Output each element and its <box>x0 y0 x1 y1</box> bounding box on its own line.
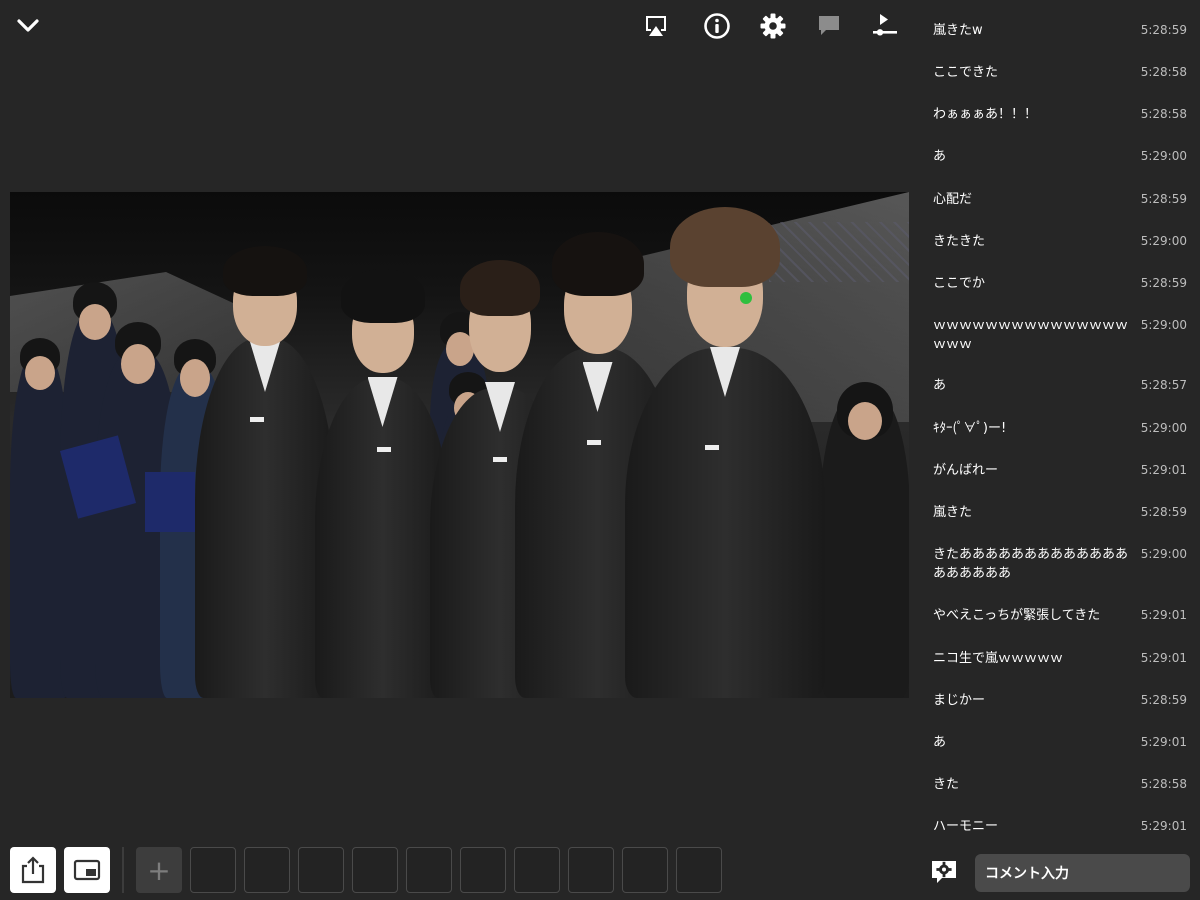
comment-time: 5:28:58 <box>1140 65 1187 79</box>
comment-list[interactable]: 嵐きたw 5:28:59 ここできた 5:28:58 わぁぁぁあ！！！ 5:28:58… <box>922 0 1200 850</box>
comment-time: 5:29:00 <box>1140 149 1187 163</box>
comment-row: ニコ生で嵐ｗｗｗｗｗ 5:29:01 <box>933 649 1187 668</box>
comment-text: まじかー <box>933 693 986 708</box>
comment-time: 5:28:57 <box>1140 378 1187 392</box>
comment-row: ハーモニー 5:29:01 <box>933 817 1187 836</box>
comment-time: 5:29:01 <box>1140 735 1187 749</box>
comment-time: 5:29:00 <box>1140 234 1187 248</box>
empty-slot[interactable] <box>190 847 236 893</box>
airplay-icon[interactable] <box>640 10 672 42</box>
chevron-down-icon[interactable] <box>12 10 44 42</box>
comment-row: きたあああああああああああああああああああ 5:29:00 <box>933 545 1187 583</box>
comment-row: やべえこっちが緊張してきた 5:29:01 <box>933 606 1187 625</box>
comment-text: わぁぁぁあ！！！ <box>933 107 1038 122</box>
comment-time: 5:28:59 <box>1140 505 1187 519</box>
empty-slot[interactable] <box>244 847 290 893</box>
comment-time: 5:29:00 <box>1140 421 1187 435</box>
comment-text: 嵐きた <box>933 505 973 520</box>
comment-input-placeholder: コメント入力 <box>985 866 1069 882</box>
comment-input[interactable]: コメント入力 <box>975 854 1190 892</box>
comment-text: がんばれー <box>933 463 999 478</box>
add-slot-button[interactable]: + <box>136 847 182 893</box>
comment-time: 5:29:01 <box>1140 463 1187 477</box>
comment-row: ｷﾀｰ(ﾟ∀ﾟ)ー! 5:29:00 <box>933 419 1187 438</box>
empty-slot[interactable] <box>622 847 668 893</box>
comment-text: あ <box>933 378 947 393</box>
comment-text: きたあああああああああああああああああああ <box>933 547 1129 581</box>
share-button[interactable] <box>10 847 56 893</box>
comment-text: 嵐きたw <box>933 23 983 38</box>
comment-row: きたきた 5:29:00 <box>933 232 1187 251</box>
comment-text: あ <box>933 149 947 164</box>
performer <box>195 242 335 698</box>
comment-time: 5:28:59 <box>1140 23 1187 37</box>
comment-row: がんばれー 5:29:01 <box>933 461 1187 480</box>
comment-text: きた <box>933 777 960 792</box>
video-player[interactable] <box>10 192 909 698</box>
toolbar-divider <box>122 847 124 893</box>
player-screen: + 嵐きたw 5:28:59 ここできた 5:28:58 わぁぁぁあ！！！ 5:28:… <box>0 0 1200 900</box>
comment-time: 5:29:00 <box>1140 547 1187 561</box>
comment-text: ここでか <box>933 276 986 291</box>
comment-row: きた 5:28:58 <box>933 775 1187 794</box>
comment-row: ここでか 5:28:59 <box>933 274 1187 293</box>
comment-row: あ 5:29:00 <box>933 147 1187 166</box>
comment-text: ここできた <box>933 65 999 80</box>
comment-row: ここできた 5:28:58 <box>933 63 1187 82</box>
pip-icon <box>73 859 101 881</box>
comment-row: あ 5:29:01 <box>933 733 1187 752</box>
comment-time: 5:28:59 <box>1140 693 1187 707</box>
comment-text: あ <box>933 735 947 750</box>
gear-icon[interactable] <box>757 10 789 42</box>
empty-slot[interactable] <box>352 847 398 893</box>
comment-bubble-icon[interactable] <box>813 10 845 42</box>
empty-slot[interactable] <box>298 847 344 893</box>
empty-slot[interactable] <box>568 847 614 893</box>
comment-text: 心配だ <box>933 192 973 207</box>
comment-time: 5:29:01 <box>1140 651 1187 665</box>
comment-time: 5:28:59 <box>1140 192 1187 206</box>
comment-text: ニコ生で嵐ｗｗｗｗｗ <box>933 651 1064 666</box>
comment-time: 5:29:01 <box>1140 608 1187 622</box>
performer <box>625 207 825 698</box>
share-icon <box>21 856 45 884</box>
add-icon: + <box>147 853 171 887</box>
picture-in-picture-button[interactable] <box>64 847 110 893</box>
comment-text: ハーモニー <box>933 819 999 834</box>
empty-slot[interactable] <box>514 847 560 893</box>
comment-time: 5:28:58 <box>1140 107 1187 121</box>
comment-row: 嵐きた 5:28:59 <box>933 503 1187 522</box>
comment-settings-icon[interactable] <box>929 857 959 887</box>
empty-slot[interactable] <box>460 847 506 893</box>
comment-row: あ 5:28:57 <box>933 376 1187 395</box>
comment-time: 5:28:58 <box>1140 777 1187 791</box>
comment-row: まじかー 5:28:59 <box>933 691 1187 710</box>
empty-slot[interactable] <box>676 847 722 893</box>
music-folder <box>145 472 195 532</box>
comment-time: 5:28:59 <box>1140 276 1187 290</box>
comment-text: きたきた <box>933 234 986 249</box>
empty-slot[interactable] <box>406 847 452 893</box>
comment-row: 心配だ 5:28:59 <box>933 190 1187 209</box>
playlist-icon[interactable] <box>869 10 901 42</box>
comment-text: ｷﾀｰ(ﾟ∀ﾟ)ー! <box>933 421 1007 436</box>
comment-time: 5:29:00 <box>1140 318 1187 332</box>
comment-time: 5:29:01 <box>1140 819 1187 833</box>
comment-row: 嵐きたw 5:28:59 <box>933 21 1187 40</box>
comment-row: ｗｗｗｗｗｗｗｗｗｗｗｗｗｗｗｗｗｗ 5:29:00 <box>933 316 1187 354</box>
comment-row: わぁぁぁあ！！！ 5:28:58 <box>933 105 1187 124</box>
comment-text: ｗｗｗｗｗｗｗｗｗｗｗｗｗｗｗｗｗｗ <box>933 318 1129 352</box>
comment-text: やべえこっちが緊張してきた <box>933 608 1101 623</box>
orchestra-member <box>820 382 909 698</box>
info-icon[interactable] <box>701 10 733 42</box>
